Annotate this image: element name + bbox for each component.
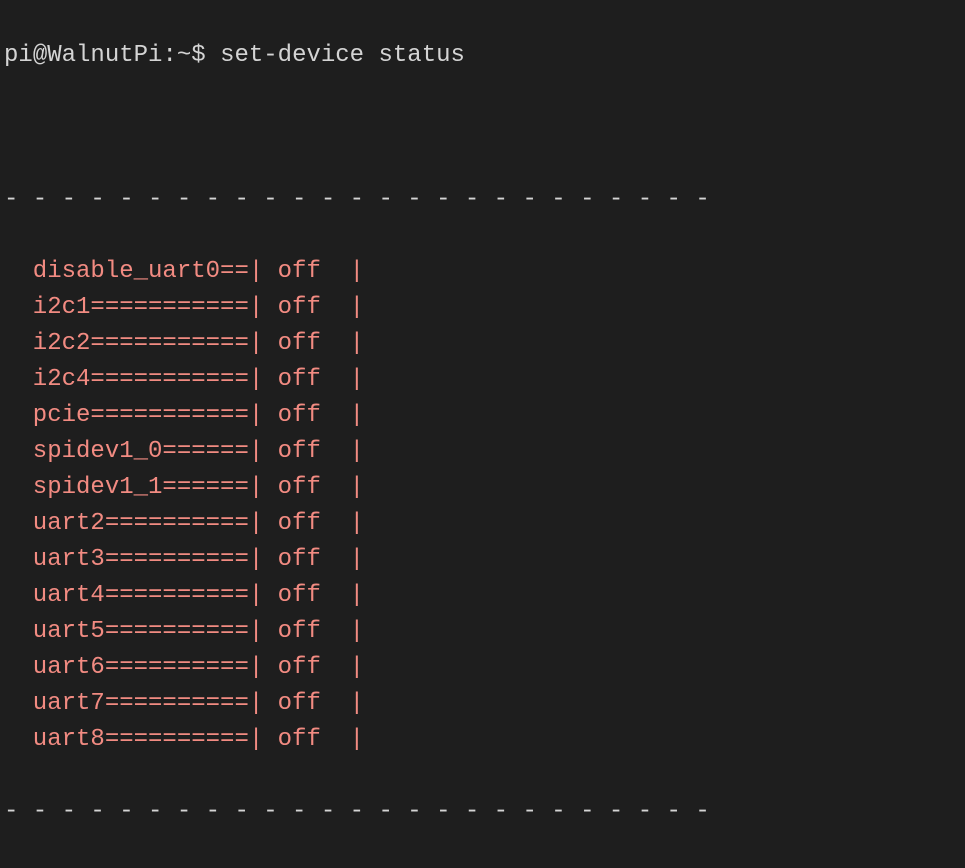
prompt-symbol: $ [191, 42, 220, 69]
device-status-row: i2c2===========| off | [4, 326, 961, 362]
top-border: - - - - - - - - - - - - - - - - - - - - … [4, 182, 961, 218]
prompt-path: :~ [162, 42, 191, 69]
device-status-row: uart2==========| off | [4, 506, 961, 542]
device-status-row: uart7==========| off | [4, 686, 961, 722]
device-status-row: uart5==========| off | [4, 614, 961, 650]
device-status-row: uart6==========| off | [4, 650, 961, 686]
device-status-row: i2c1===========| off | [4, 290, 961, 326]
device-status-row: pcie===========| off | [4, 398, 961, 434]
blank-line [4, 110, 961, 146]
device-status-list: disable_uart0==| off | i2c1===========| … [4, 254, 961, 758]
command-text: set-device status [220, 42, 465, 69]
prompt-user-host: pi@WalnutPi [4, 42, 162, 69]
device-status-row: uart4==========| off | [4, 578, 961, 614]
command-prompt-line[interactable]: pi@WalnutPi:~$ set-device status [4, 38, 961, 74]
device-status-row: disable_uart0==| off | [4, 254, 961, 290]
device-status-row: uart3==========| off | [4, 542, 961, 578]
device-status-row: spidev1_1======| off | [4, 470, 961, 506]
device-status-row: spidev1_0======| off | [4, 434, 961, 470]
device-status-row: i2c4===========| off | [4, 362, 961, 398]
terminal-output: pi@WalnutPi:~$ set-device status - - - -… [0, 0, 965, 868]
bottom-border: - - - - - - - - - - - - - - - - - - - - … [4, 794, 961, 830]
device-status-row: uart8==========| off | [4, 722, 961, 758]
